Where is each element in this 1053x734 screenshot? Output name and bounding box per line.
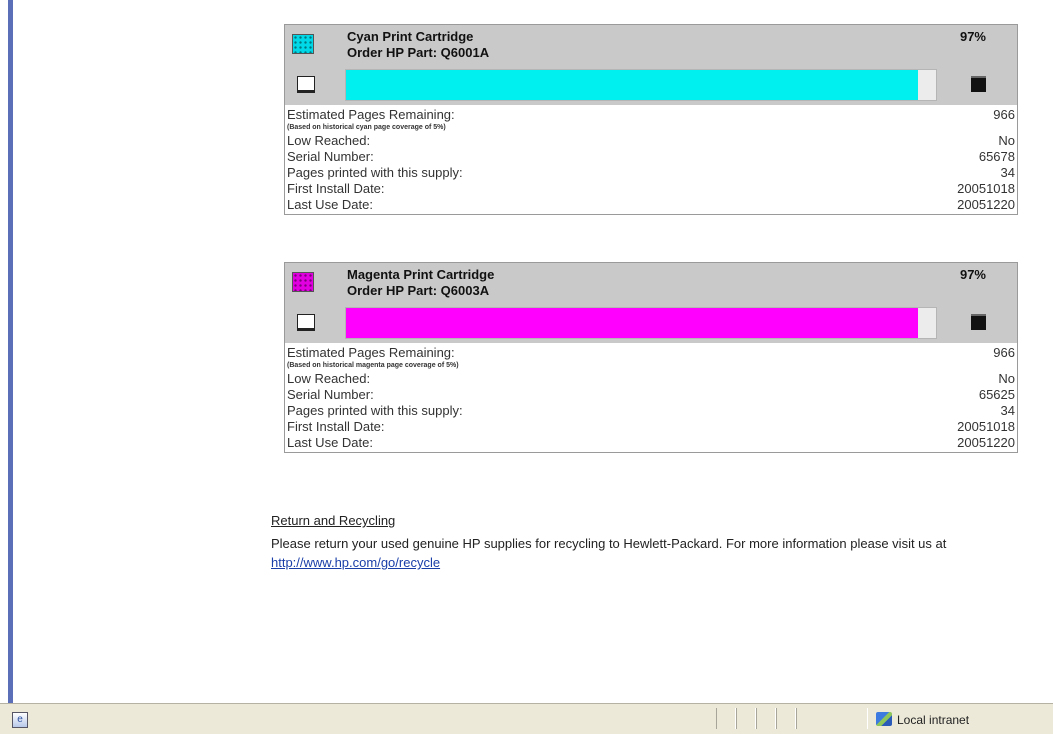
detail-label: Serial Number:: [287, 149, 374, 164]
detail-label: Last Use Date:: [287, 435, 373, 450]
status-panel: [736, 708, 756, 729]
detail-label: Serial Number:: [287, 387, 374, 402]
status-panel: [716, 708, 736, 729]
cartridge-name: Magenta Print Cartridge: [347, 267, 495, 282]
detail-label: Low Reached:: [287, 371, 371, 386]
detail-value: 65678: [978, 149, 1015, 164]
cartridge-percent: 97%: [959, 267, 986, 282]
detail-label: First Install Date:: [287, 419, 385, 434]
cartridge-title-block: Cyan Print Cartridge Order HP Part: Q600…: [347, 29, 489, 61]
detail-row: Pages printed with this supply: 34: [287, 165, 1015, 181]
detail-label: Pages printed with this supply:: [287, 165, 463, 180]
detail-row: Pages printed with this supply: 34: [287, 403, 1015, 419]
detail-row: Last Use Date: 20051220: [287, 197, 1015, 213]
empty-level-icon: [297, 76, 315, 93]
cartridge-part-number: Order HP Part: Q6001A: [347, 45, 490, 60]
ink-cartridge-icon: [292, 34, 314, 54]
detail-label: Estimated Pages Remaining:: [287, 345, 455, 360]
ink-level-bar: [345, 69, 937, 101]
coverage-note: (Based on historical magenta page covera…: [287, 362, 459, 369]
cyan-cartridge-card: Cyan Print Cartridge Order HP Part: Q600…: [284, 24, 1018, 215]
detail-value: 966: [993, 345, 1015, 360]
recycling-text: Please return your used genuine HP suppl…: [271, 536, 947, 551]
detail-value: No: [998, 133, 1015, 148]
detail-label: Last Use Date:: [287, 197, 373, 212]
cartridge-percent: 97%: [959, 29, 986, 44]
detail-row: Last Use Date: 20051220: [287, 435, 1015, 451]
detail-value: 34: [1000, 403, 1015, 418]
cartridge-name: Cyan Print Cartridge: [347, 29, 474, 44]
cartridge-header: Magenta Print Cartridge Order HP Part: Q…: [285, 263, 1017, 343]
detail-value: 20051018: [957, 419, 1015, 434]
security-zone[interactable]: Local intranet: [876, 710, 969, 730]
detail-label: Pages printed with this supply:: [287, 403, 463, 418]
status-bar: e Local intranet: [0, 703, 1053, 734]
detail-row: Serial Number: 65625: [287, 387, 1015, 403]
magenta-cartridge-card: Magenta Print Cartridge Order HP Part: Q…: [284, 262, 1018, 453]
cartridge-part-number: Order HP Part: Q6003A: [347, 283, 490, 298]
detail-value: 20051220: [957, 435, 1015, 450]
status-panel: [776, 708, 796, 729]
detail-row: Serial Number: 65678: [287, 149, 1015, 165]
detail-value: 20051220: [957, 197, 1015, 212]
detail-value: 65625: [978, 387, 1015, 402]
cartridge-details: Estimated Pages Remaining: 966 (Based on…: [285, 105, 1017, 214]
detail-label: Estimated Pages Remaining:: [287, 107, 455, 122]
cartridge-title-block: Magenta Print Cartridge Order HP Part: Q…: [347, 267, 494, 299]
ink-level-fill: [346, 308, 919, 338]
ink-cartridge-icon: [292, 272, 314, 292]
ink-level-fill: [346, 70, 919, 100]
detail-row: Low Reached: No: [287, 133, 1015, 149]
full-level-icon: [971, 314, 986, 330]
detail-row: Estimated Pages Remaining: 966: [287, 345, 1015, 361]
page-icon: e: [12, 712, 28, 728]
recycling-heading: Return and Recycling: [271, 513, 396, 528]
recycling-section: Return and Recycling Please return your …: [271, 513, 1031, 572]
detail-label: First Install Date:: [287, 181, 385, 196]
status-panel: [756, 708, 776, 729]
detail-value: No: [998, 371, 1015, 386]
left-frame-border: [8, 0, 13, 703]
detail-row: First Install Date: 20051018: [287, 181, 1015, 197]
detail-row: Low Reached: No: [287, 371, 1015, 387]
cartridge-details: Estimated Pages Remaining: 966 (Based on…: [285, 343, 1017, 452]
detail-value: 20051018: [957, 181, 1015, 196]
detail-value: 966: [993, 107, 1015, 122]
status-panel: [796, 708, 868, 729]
recycle-link[interactable]: http://www.hp.com/go/recycle: [271, 555, 440, 570]
detail-value: 34: [1000, 165, 1015, 180]
ink-level-bar: [345, 307, 937, 339]
full-level-icon: [971, 76, 986, 92]
coverage-note: (Based on historical cyan page coverage …: [287, 124, 446, 131]
detail-label: Low Reached:: [287, 133, 371, 148]
empty-level-icon: [297, 314, 315, 331]
cartridge-header: Cyan Print Cartridge Order HP Part: Q600…: [285, 25, 1017, 105]
zone-label: Local intranet: [897, 713, 970, 727]
detail-row: First Install Date: 20051018: [287, 419, 1015, 435]
detail-row: Estimated Pages Remaining: 966: [287, 107, 1015, 123]
recycling-text-block: Please return your used genuine HP suppl…: [271, 534, 1031, 572]
local-intranet-icon: [876, 712, 892, 726]
